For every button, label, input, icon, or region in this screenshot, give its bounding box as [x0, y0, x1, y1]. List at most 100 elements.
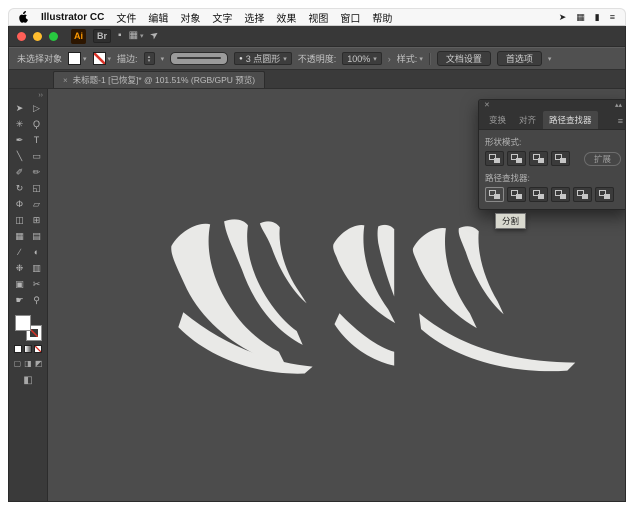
battery-icon[interactable]: ▮: [595, 12, 600, 23]
fill-stroke-indicator[interactable]: [15, 315, 41, 340]
panel-header[interactable]: ✕ ▴▴: [479, 100, 625, 111]
trim-button[interactable]: [507, 187, 526, 202]
blend-tool[interactable]: ◐: [28, 244, 45, 260]
magic-wand-tool[interactable]: ✳: [11, 116, 28, 132]
stock-icon[interactable]: ▪: [118, 31, 122, 41]
scale-tool[interactable]: ◱: [28, 180, 45, 196]
pen-tool[interactable]: ✒: [11, 132, 28, 148]
hand-tool[interactable]: ☛: [11, 292, 28, 308]
menu-item[interactable]: 对象: [180, 10, 200, 25]
gradient-tool[interactable]: ▤: [28, 228, 45, 244]
draw-inside-icon[interactable]: ◩: [35, 359, 43, 368]
fill-color-control[interactable]: ▾: [68, 52, 87, 65]
eyedropper-tool[interactable]: ∕: [11, 244, 28, 260]
shape-builder-tool[interactable]: ◫: [11, 212, 28, 228]
stroke-weight-stepper[interactable]: ▴ ▾: [144, 52, 155, 65]
send-icon[interactable]: ➤: [559, 12, 567, 23]
outline-button[interactable]: [573, 187, 592, 202]
paintbrush-tool[interactable]: ✐: [11, 164, 28, 180]
brush-definition-dropdown[interactable]: ● 3 点圆形 ▾: [234, 52, 292, 65]
arrange-documents-button[interactable]: ▦ ▾: [129, 31, 144, 41]
recolor-chevron-icon[interactable]: ›: [388, 54, 391, 64]
draw-behind-icon[interactable]: ◨: [24, 359, 32, 368]
expand-button[interactable]: 扩展: [584, 152, 621, 166]
intersect-button[interactable]: [529, 151, 548, 166]
panel-collapse-icon[interactable]: ▴▴: [615, 102, 622, 109]
artboard-tool[interactable]: ▣: [11, 276, 28, 292]
direct-selection-tool[interactable]: ▷: [28, 100, 45, 116]
width-tool[interactable]: Φ: [11, 196, 28, 212]
window-zoom-button[interactable]: [49, 32, 58, 41]
stepper-down-icon[interactable]: ▾: [148, 59, 151, 63]
tab-transform[interactable]: 变换: [483, 111, 512, 129]
menu-item[interactable]: 编辑: [148, 10, 168, 25]
unite-button[interactable]: [485, 151, 504, 166]
menu-item[interactable]: 帮助: [372, 10, 392, 25]
window-minimize-button[interactable]: [33, 32, 42, 41]
menu-item[interactable]: 窗口: [340, 10, 360, 25]
display-icon[interactable]: ▦: [576, 12, 585, 23]
minus-back-button[interactable]: [595, 187, 614, 202]
share-icon[interactable]: ➤: [148, 29, 161, 42]
preferences-button[interactable]: 首选项: [497, 51, 542, 66]
menu-list-icon[interactable]: ≡: [610, 12, 615, 22]
screen-mode-icon[interactable]: ◧: [23, 375, 32, 386]
tab-close-icon[interactable]: ×: [63, 76, 68, 85]
document-tab[interactable]: × 未标题-1 [已恢复]* @ 101.51% (RGB/GPU 预览): [53, 71, 265, 88]
menu-item[interactable]: 视图: [308, 10, 328, 25]
menu-item[interactable]: 文件: [116, 10, 136, 25]
artwork-group-3[interactable]: [413, 226, 575, 371]
mesh-tool[interactable]: ▦: [11, 228, 28, 244]
menu-item[interactable]: 效果: [276, 10, 296, 25]
merge-button[interactable]: [529, 187, 548, 202]
lasso-tool[interactable]: Ϙ: [28, 116, 45, 132]
tab-align[interactable]: 对齐: [513, 111, 542, 129]
type-tool[interactable]: T: [28, 132, 45, 148]
stroke-weight-dropdown-icon[interactable]: ▾: [161, 55, 165, 63]
canvas[interactable]: ✕ ▴▴ 变换对齐路径查找器 ≡ 形状模式: 扩展: [48, 89, 625, 501]
selection-tool[interactable]: ➤: [11, 100, 28, 116]
none-button[interactable]: [34, 345, 42, 353]
rotate-tool[interactable]: ↻: [11, 180, 28, 196]
panel-menu-icon[interactable]: ≡: [618, 116, 623, 129]
artwork-group-1[interactable]: [171, 219, 312, 373]
artwork-group-2[interactable]: [333, 225, 395, 366]
symbol-sprayer-tool[interactable]: ❉: [11, 260, 28, 276]
document-setup-button[interactable]: 文档设置: [437, 51, 491, 66]
tab-pathfinder[interactable]: 路径查找器: [543, 111, 598, 129]
width-profile-dropdown[interactable]: [170, 52, 228, 65]
free-transform-tool[interactable]: ▱: [28, 196, 45, 212]
toolbar-collapse-icon[interactable]: ››: [38, 91, 43, 100]
fill-indicator[interactable]: [15, 315, 31, 331]
bridge-button[interactable]: Br: [93, 29, 111, 43]
perspective-grid-tool[interactable]: ⊞: [28, 212, 45, 228]
artwork-base-swoosh[interactable]: [419, 313, 575, 371]
line-segment-tool[interactable]: ╲: [11, 148, 28, 164]
menu-app-name[interactable]: Illustrator CC: [41, 12, 104, 23]
artwork-stripe[interactable]: [378, 225, 395, 297]
gradient-button[interactable]: [24, 345, 32, 353]
artwork-stripe[interactable]: [260, 221, 307, 303]
stroke-color-control[interactable]: ▾: [93, 52, 112, 65]
apple-menu-icon[interactable]: [19, 11, 29, 23]
rectangle-tool[interactable]: ▭: [28, 148, 45, 164]
exclude-button[interactable]: [551, 151, 570, 166]
slice-tool[interactable]: ✂: [28, 276, 45, 292]
opacity-dropdown[interactable]: 100% ▾: [342, 52, 382, 65]
panel-close-icon[interactable]: ✕: [484, 102, 490, 109]
crop-button[interactable]: [551, 187, 570, 202]
style-dropdown[interactable]: 样式: ▾: [397, 52, 423, 65]
pencil-tool[interactable]: ✏: [28, 164, 45, 180]
menu-item[interactable]: 文字: [212, 10, 232, 25]
divide-button[interactable]: [485, 187, 504, 202]
minus-front-button[interactable]: [507, 151, 526, 166]
menu-item[interactable]: 选择: [244, 10, 264, 25]
window-close-button[interactable]: [17, 32, 26, 41]
draw-normal-icon[interactable]: ▢: [14, 359, 22, 368]
artwork-stripe[interactable]: [459, 226, 504, 314]
color-button[interactable]: [14, 345, 22, 353]
artwork-base-swoosh[interactable]: [335, 313, 395, 365]
zoom-tool[interactable]: ⚲: [28, 292, 45, 308]
column-graph-tool[interactable]: ▥: [28, 260, 45, 276]
more-options-icon[interactable]: ▾: [548, 55, 552, 63]
